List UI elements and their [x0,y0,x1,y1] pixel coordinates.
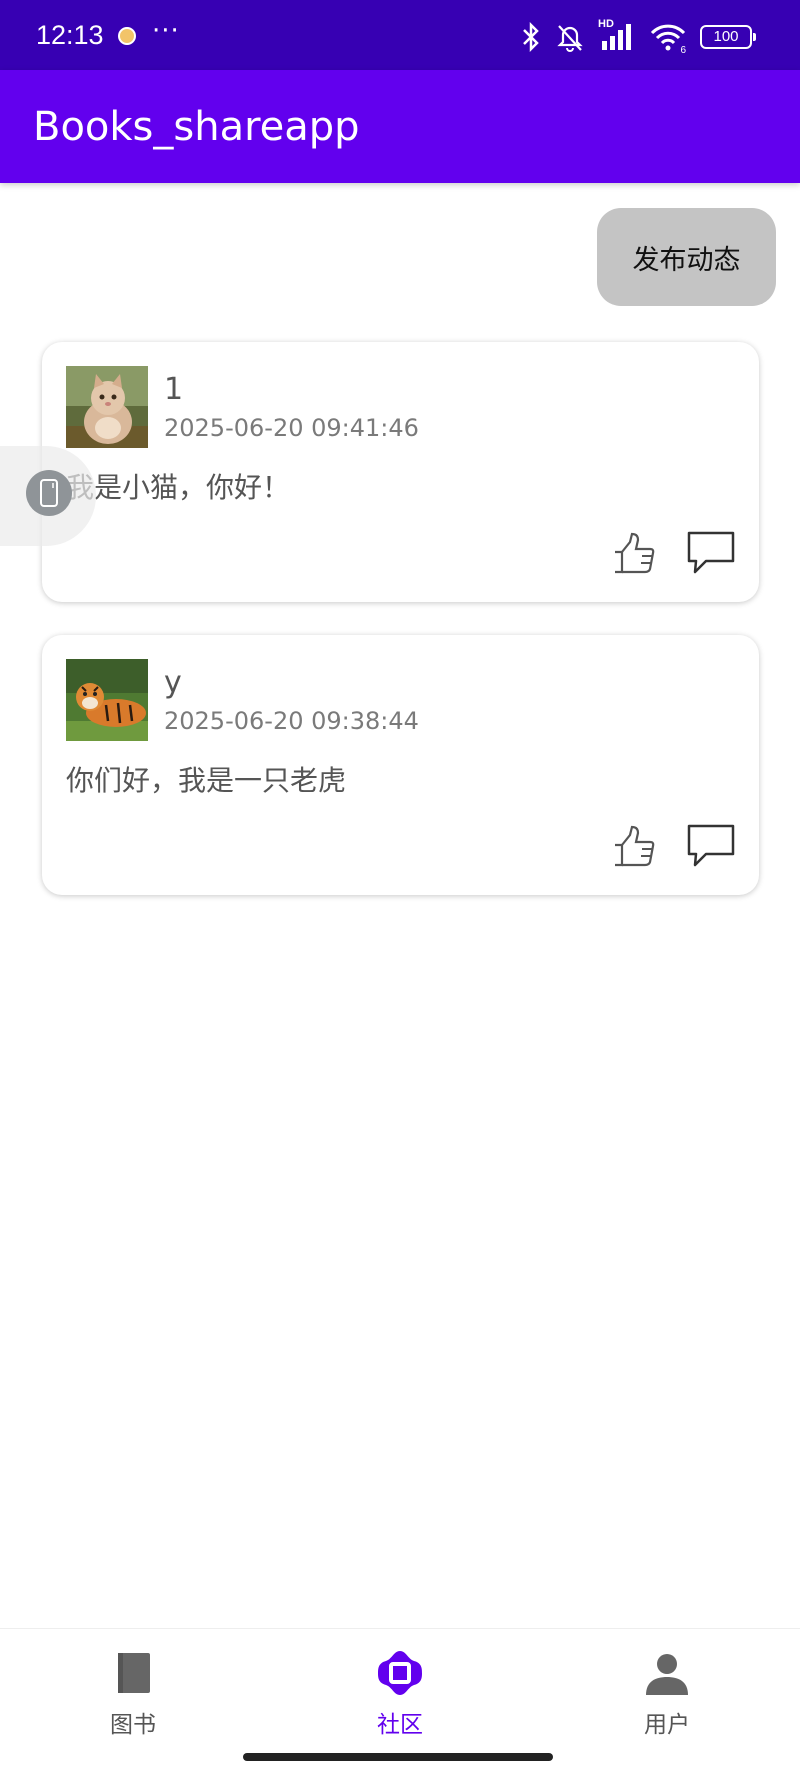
nav-label-community: 社区 [377,1712,423,1738]
signal-icon: HD [598,18,636,52]
app-notification-icon [118,27,136,45]
status-bar: 12:13 ··· HD 6 100 [0,0,800,70]
community-icon [378,1651,422,1695]
wifi-icon: 6 [650,22,686,56]
post-content: 你们好，我是一只老虎 [66,764,347,797]
cat-avatar[interactable] [66,366,148,448]
app-title: Books_shareapp [33,104,360,150]
book-icon [118,1653,150,1693]
status-time: 12:13 [36,20,104,50]
like-icon[interactable] [612,532,656,574]
comment-icon[interactable] [686,530,736,576]
nav-label-books: 图书 [110,1712,156,1738]
status-icons: HD 6 100 [520,18,756,56]
post-card: y 2025-06-20 09:38:44 你们好，我是一只老虎 [42,635,759,895]
post-content: 我是小猫，你好！ [66,471,291,504]
more-notifications-icon: ··· [152,16,180,46]
phone-icon [40,479,58,507]
tiger-avatar[interactable] [66,659,148,741]
battery-icon: 100 [700,25,756,49]
post-username[interactable]: y [164,665,182,700]
nav-item-community[interactable]: 社区 [340,1649,460,1749]
home-indicator[interactable] [243,1753,553,1761]
post-username[interactable]: 1 [164,372,183,407]
nav-item-books[interactable]: 图书 [73,1649,193,1749]
app-bar: Books_shareapp [0,70,800,183]
nav-item-user[interactable]: 用户 [607,1649,727,1749]
like-icon[interactable] [612,825,656,867]
post-timestamp: 2025-06-20 09:38:44 [164,707,419,735]
bell-muted-icon [557,25,583,52]
nav-label-user: 用户 [644,1712,690,1738]
wifi-6-label: 6 [680,45,686,56]
floating-phone-button[interactable] [26,470,72,516]
publish-post-button[interactable]: 发布动态 [597,208,776,306]
comment-icon[interactable] [686,823,736,869]
user-icon [646,1654,688,1695]
bluetooth-icon [523,22,539,52]
post-timestamp: 2025-06-20 09:41:46 [164,414,419,442]
post-card: 1 2025-06-20 09:41:46 我是小猫，你好！ [42,342,759,602]
